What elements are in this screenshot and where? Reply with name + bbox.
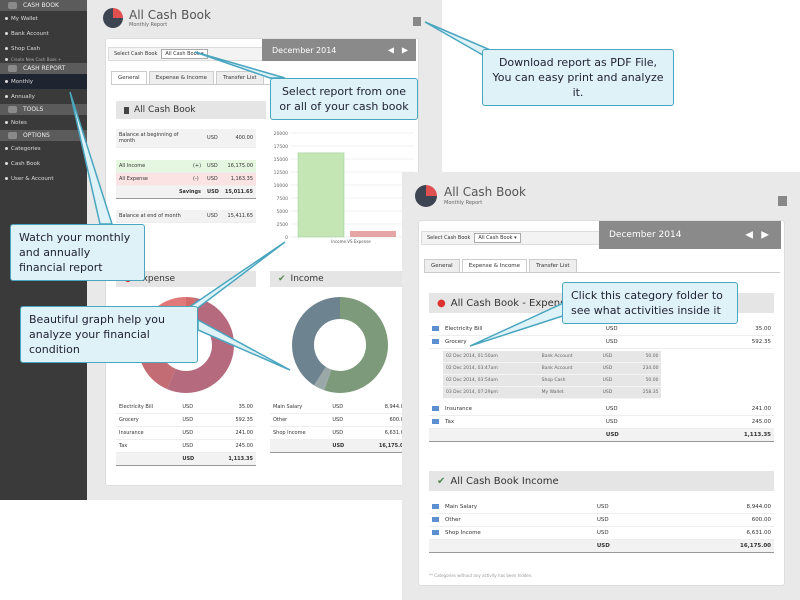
pointer-select <box>194 51 286 79</box>
callout-select: Select report from one or all of your ca… <box>270 78 418 120</box>
callout-graph: Beautiful graph help you analyze your fi… <box>20 306 198 363</box>
pointer-watch <box>69 91 114 225</box>
callout-watch: Watch your monthly and annually financia… <box>10 224 145 281</box>
callout-folder: Click this category folder to see what a… <box>562 282 738 324</box>
pointer-graph-bar <box>182 241 286 311</box>
callout-pdf: Download report as PDF File, You can eas… <box>482 49 674 106</box>
pointer-graph-donut <box>197 318 291 371</box>
pointer-folder <box>469 298 577 347</box>
